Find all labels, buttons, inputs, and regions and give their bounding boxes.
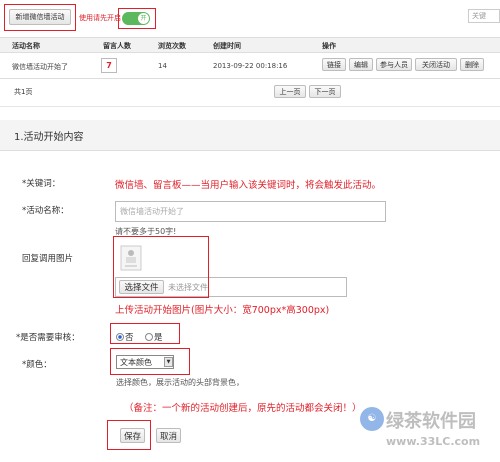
search-input[interactable]: 关键 [468,9,500,23]
row-view-count: 14 [158,62,167,70]
watermark-url: www.33LC.com [386,435,481,448]
message-count-badge[interactable]: 7 [101,58,117,73]
page-total: 共1页 [14,88,33,96]
highlight-box-review [110,323,180,344]
watermark-logo-icon: ☯ [360,407,384,431]
pagination-divider [0,106,500,107]
highlight-box-new-button [4,4,76,31]
row-activity-name: 微信墙活动开始了 [12,63,68,71]
delete-button[interactable]: 删除 [460,58,484,71]
remark-note: （备注：一个新的活动创建后，原先的活动都会关闭！） [124,403,362,414]
keyword-label: *关键词： [22,179,61,189]
watermark-brand: 绿茶软件园 [386,411,476,432]
cancel-button[interactable]: 取消 [156,428,181,443]
highlight-box-image [113,236,209,298]
activity-name-input[interactable]: 微信墙活动开始了 [115,201,386,222]
col-header-views: 浏览次数 [158,42,186,50]
image-label: 回复调用图片 [22,254,74,264]
color-hint: 选择颜色，展示活动的头部背景色， [116,378,244,387]
highlight-box-color [110,348,190,375]
upload-note: 上传活动开始图片(图片大小：宽700px*高300px) [115,305,330,316]
close-activity-button[interactable]: 关闭活动 [415,58,457,71]
prev-page-button[interactable]: 上一页 [274,85,306,98]
link-button[interactable]: 链接 [322,58,346,71]
highlight-box-save [107,420,151,450]
table-header-bg [0,37,500,53]
col-header-name: 活动名称 [12,42,40,50]
highlight-box-toggle [118,8,156,29]
keyword-note: 微信墙、留言板——当用户输入该关键词时，将会触发此活动。 [115,180,382,191]
color-label: *颜色： [22,360,52,370]
toggle-hint: 使用请先开启 [79,14,121,22]
activity-name-label: *活动名称： [22,206,69,216]
col-header-actions: 操作 [322,42,336,50]
row-divider [0,78,500,79]
edit-button[interactable]: 编辑 [349,58,373,71]
next-page-button[interactable]: 下一页 [309,85,341,98]
participants-button[interactable]: 参与人员 [376,58,412,71]
col-header-messages: 留言人数 [103,42,131,50]
row-created-time: 2013-09-22 00:18:16 [213,62,288,70]
col-header-created: 创建时间 [213,42,241,50]
section-title: 1.活动开始内容 [14,132,84,143]
watermark: ☯ 绿茶软件园 www.33LC.com [360,405,498,457]
review-label: *是否需要审核： [16,333,80,343]
